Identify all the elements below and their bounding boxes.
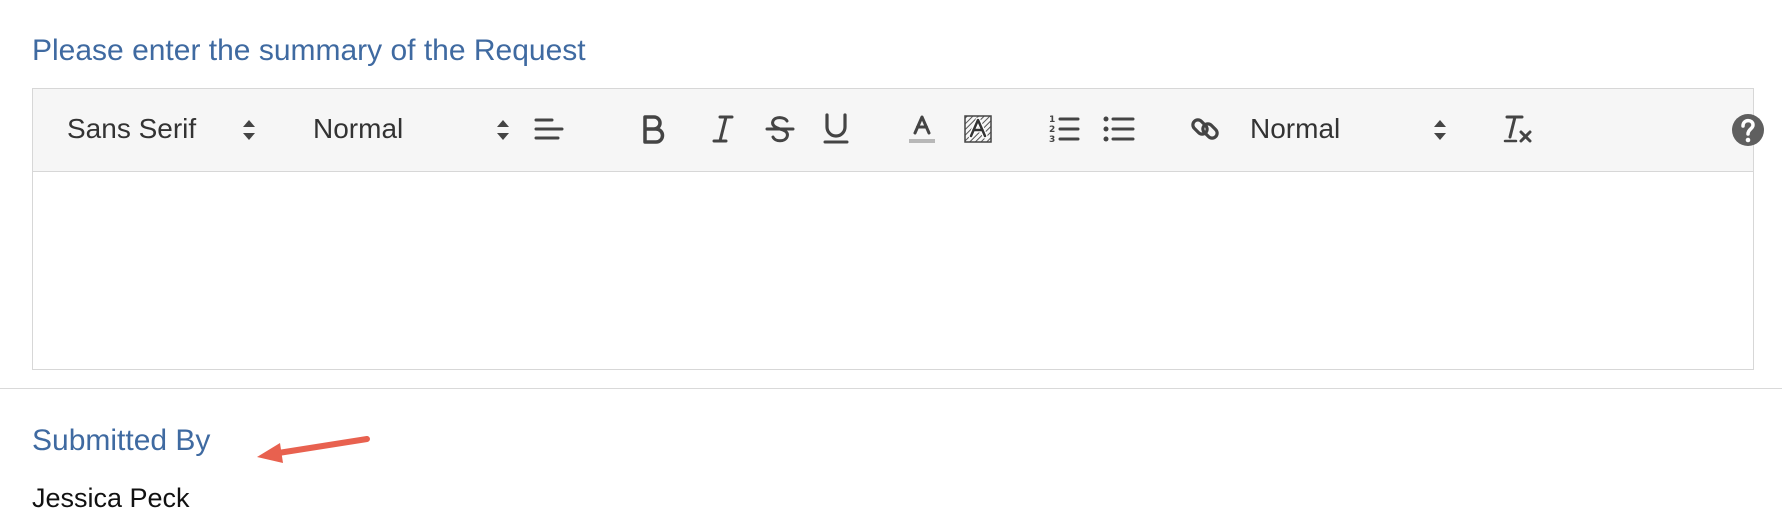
- rich-text-editor: Sans Serif Normal 1 2 3 Normal: [32, 88, 1764, 370]
- link-icon: [1191, 118, 1219, 140]
- annotation-arrow-icon: [257, 436, 370, 463]
- header-picker[interactable]: Normal: [1250, 109, 1450, 149]
- bullet-list-icon: [1103, 116, 1135, 142]
- updown-arrow-icon: [497, 120, 509, 140]
- align-left-icon: [534, 118, 564, 140]
- bold-icon: [643, 115, 665, 144]
- italic-button[interactable]: [705, 111, 741, 147]
- svg-text:2: 2: [1049, 125, 1055, 135]
- align-left-button[interactable]: [531, 111, 567, 147]
- italic-icon: [712, 115, 734, 143]
- background-color-button[interactable]: [960, 111, 996, 147]
- svg-text:3: 3: [1049, 135, 1055, 145]
- clear-formatting-button[interactable]: [1500, 111, 1536, 147]
- bullet-list-button[interactable]: [1101, 111, 1137, 147]
- updown-arrow-icon: [1434, 120, 1446, 140]
- bold-button[interactable]: [635, 111, 671, 147]
- underline-button[interactable]: [818, 111, 854, 147]
- help-button[interactable]: [1729, 111, 1767, 149]
- text-color-button[interactable]: [904, 111, 940, 147]
- ordered-list-button[interactable]: 1 2 3: [1046, 111, 1082, 147]
- submitted-by-label: Submitted By: [32, 424, 211, 457]
- ordered-list-icon: 1 2 3: [1049, 115, 1080, 145]
- editor-toolbar: Sans Serif Normal 1 2 3 Normal: [33, 89, 1764, 172]
- summary-editor-body[interactable]: [33, 172, 1753, 369]
- header-picker-label: Normal: [1250, 113, 1341, 144]
- strikethrough-button[interactable]: [762, 111, 798, 147]
- background-color-icon: [964, 115, 992, 143]
- updown-arrow-icon: [243, 120, 255, 140]
- underline-icon: [823, 113, 849, 144]
- text-color-icon: [909, 115, 935, 143]
- font-family-picker-label: Sans Serif: [67, 113, 197, 144]
- submitted-by-value: Jessica Peck: [32, 483, 190, 513]
- font-size-picker-label: Normal: [313, 113, 404, 144]
- strikethrough-icon: [765, 116, 795, 143]
- section-divider: [0, 388, 1782, 389]
- help-icon: [1732, 114, 1764, 146]
- summary-field-label: Please enter the summary of the Request: [32, 34, 586, 67]
- font-family-picker[interactable]: Sans Serif: [67, 109, 257, 149]
- link-button[interactable]: [1187, 111, 1223, 147]
- clear-format-icon: [1503, 115, 1532, 143]
- svg-text:1: 1: [1049, 115, 1055, 125]
- font-size-picker[interactable]: Normal: [313, 109, 513, 149]
